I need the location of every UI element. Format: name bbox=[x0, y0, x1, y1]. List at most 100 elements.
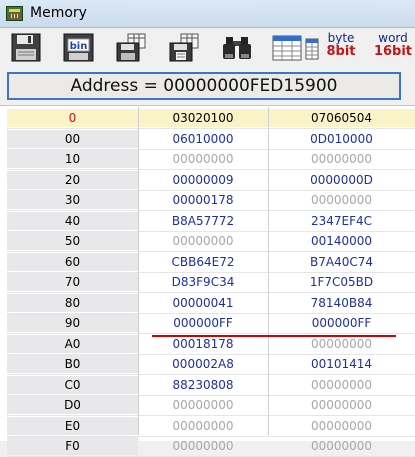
table-row: 00 06010000 0D010000 bbox=[7, 129, 415, 148]
row-divider bbox=[7, 292, 415, 293]
print-grid-button[interactable] bbox=[167, 31, 201, 64]
word-label: word bbox=[378, 31, 408, 45]
row-offset: 50 bbox=[7, 232, 138, 250]
memory-value[interactable]: 00000000 bbox=[268, 150, 415, 168]
save-icon bbox=[11, 33, 41, 62]
memory-value[interactable]: 00000000 bbox=[268, 191, 415, 209]
table-row: 30 00000178 00000000 bbox=[7, 191, 415, 209]
column-header[interactable]: 03020100 bbox=[138, 109, 268, 127]
memory-value[interactable]: D83F9C34 bbox=[138, 273, 268, 291]
row-offset: 70 bbox=[7, 273, 138, 291]
table-view-alt-icon bbox=[305, 38, 319, 60]
table-view-button[interactable] bbox=[270, 31, 304, 64]
memory-value[interactable]: 00000000 bbox=[268, 376, 415, 394]
offset-header: 0 bbox=[7, 109, 138, 127]
row-divider bbox=[7, 353, 415, 355]
highlight-underline bbox=[152, 335, 396, 337]
memory-value[interactable]: 000000FF bbox=[268, 314, 415, 332]
table-row: E0 00000000 00000000 bbox=[7, 416, 415, 435]
row-offset: 30 bbox=[7, 191, 138, 209]
row-divider bbox=[7, 435, 415, 437]
row-offset: 90 bbox=[7, 314, 138, 332]
byte-label: byte bbox=[327, 31, 355, 45]
byte-8bit-button[interactable]: byte 8bit bbox=[323, 31, 359, 64]
memory-value[interactable]: B8A57772 bbox=[138, 212, 268, 230]
address-display: Address = 00000000FED15900 bbox=[7, 72, 401, 100]
row-offset: 80 bbox=[7, 293, 138, 312]
row-divider bbox=[7, 189, 415, 191]
memory-value[interactable]: CBB64E72 bbox=[138, 253, 268, 271]
memory-value[interactable]: 78140B84 bbox=[268, 294, 415, 312]
memory-value[interactable]: 1F7C05BD bbox=[268, 273, 415, 291]
table-row: 40 B8A57772 2347EF4C bbox=[7, 211, 415, 230]
row-divider bbox=[7, 128, 415, 129]
column-header[interactable]: 07060504 bbox=[268, 109, 415, 127]
memory-value[interactable]: 00000041 bbox=[138, 294, 268, 312]
8bit-label: 8bit bbox=[326, 44, 356, 59]
row-offset: C0 bbox=[7, 375, 138, 394]
memory-value[interactable]: 00000000 bbox=[268, 335, 415, 353]
column-divider bbox=[138, 107, 139, 435]
memory-value[interactable]: B7A40C74 bbox=[268, 253, 415, 271]
row-offset: B0 bbox=[7, 355, 138, 373]
memory-value[interactable]: 00000000 bbox=[138, 396, 268, 414]
memory-value[interactable]: 00000000 bbox=[138, 150, 268, 168]
memory-value[interactable]: 00101414 bbox=[268, 355, 415, 373]
row-divider bbox=[7, 251, 415, 252]
row-offset: A0 bbox=[7, 334, 138, 353]
title-bar: Memory bbox=[0, 0, 415, 28]
print-grid-icon bbox=[169, 33, 199, 62]
save-binary-button[interactable]: bin bbox=[61, 31, 95, 64]
column-divider bbox=[268, 107, 269, 435]
table-row: 60 CBB64E72 B7A40C74 bbox=[7, 252, 415, 271]
save-button[interactable] bbox=[9, 31, 43, 64]
row-offset: 20 bbox=[7, 170, 138, 189]
row-offset: D0 bbox=[7, 396, 138, 414]
memory-value[interactable]: 00140000 bbox=[268, 232, 415, 250]
bin-save-icon: bin bbox=[63, 33, 94, 62]
table-row: D0 00000000 00000000 bbox=[7, 396, 415, 414]
memory-value[interactable]: 00000000 bbox=[268, 396, 415, 414]
binoculars-icon bbox=[223, 37, 251, 59]
row-divider bbox=[7, 333, 415, 334]
memory-app-icon bbox=[6, 6, 23, 21]
row-divider bbox=[7, 210, 415, 211]
row-divider bbox=[7, 312, 415, 314]
memory-value[interactable]: 00018178 bbox=[138, 335, 268, 353]
table-row: 80 00000041 78140B84 bbox=[7, 293, 415, 312]
table-row: C0 88230808 00000000 bbox=[7, 375, 415, 394]
bin-label: bin bbox=[70, 41, 88, 52]
row-divider bbox=[7, 394, 415, 396]
toolbar: bin byte 8bit word 16bit bbox=[0, 28, 415, 68]
table-row: 20 00000009 0000000D bbox=[7, 170, 415, 189]
row-offset: 60 bbox=[7, 252, 138, 271]
memory-value[interactable]: 88230808 bbox=[138, 376, 268, 394]
table-row: A0 00018178 00000000 bbox=[7, 334, 415, 353]
export-grid-icon bbox=[116, 33, 146, 62]
memory-value[interactable]: 2347EF4C bbox=[268, 212, 415, 230]
memory-value[interactable]: 000000FF bbox=[138, 314, 268, 332]
table-row: B0 000002A8 00101414 bbox=[7, 355, 415, 373]
memory-value[interactable]: 00000000 bbox=[268, 417, 415, 435]
row-offset: 00 bbox=[7, 129, 138, 148]
row-offset: E0 bbox=[7, 416, 138, 435]
memory-value[interactable]: 000002A8 bbox=[138, 355, 268, 373]
row-divider bbox=[7, 271, 415, 273]
row-offset: 40 bbox=[7, 211, 138, 230]
memory-value[interactable]: 00000009 bbox=[138, 171, 268, 189]
memory-value[interactable]: 0D010000 bbox=[268, 130, 415, 148]
memory-value[interactable]: 00000178 bbox=[138, 191, 268, 209]
table-view-icon bbox=[272, 35, 302, 61]
memory-value[interactable]: 0000000D bbox=[268, 171, 415, 189]
memory-value[interactable]: 00000000 bbox=[138, 232, 268, 250]
row-offset: 10 bbox=[7, 150, 138, 168]
find-button[interactable] bbox=[220, 31, 254, 64]
export-grid-button[interactable] bbox=[114, 31, 148, 64]
word-16bit-button[interactable]: word 16bit bbox=[371, 31, 415, 64]
memory-value[interactable]: 06010000 bbox=[138, 130, 268, 148]
table-row: 10 00000000 00000000 bbox=[7, 150, 415, 168]
row-divider bbox=[7, 148, 415, 150]
memory-value[interactable]: 00000000 bbox=[138, 417, 268, 435]
table-view-alt-button[interactable] bbox=[305, 31, 319, 64]
row-divider bbox=[7, 230, 415, 232]
